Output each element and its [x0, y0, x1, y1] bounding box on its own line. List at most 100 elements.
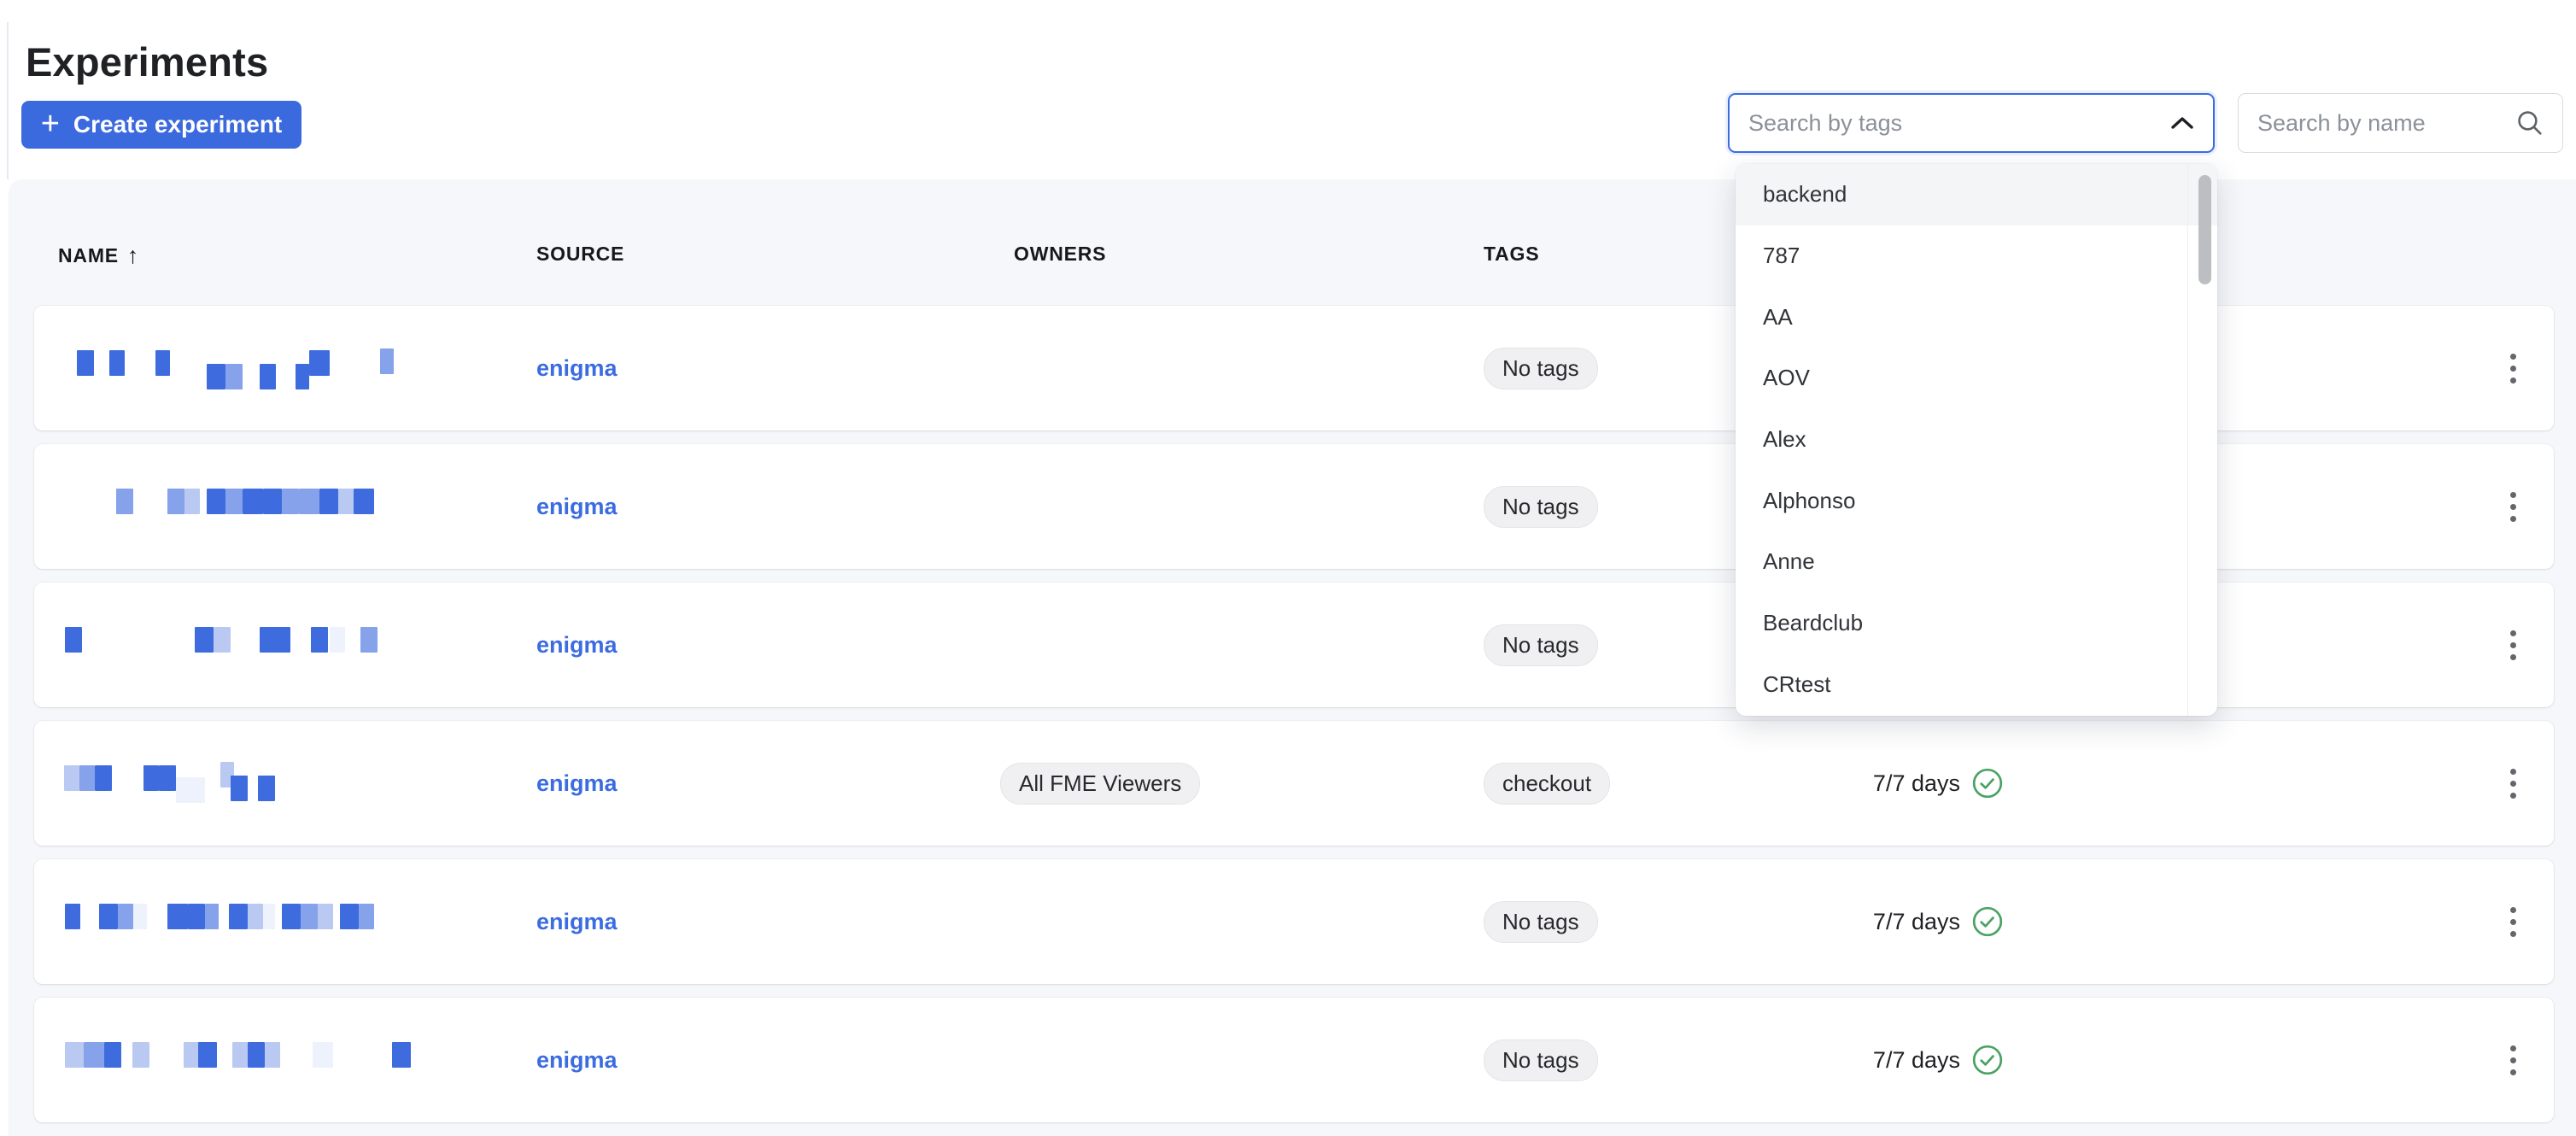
redaction-block [184, 1042, 199, 1068]
redaction-block [99, 904, 118, 929]
search-by-name-box[interactable] [2238, 93, 2563, 153]
experiment-name-redacted [34, 998, 512, 1122]
column-header-name[interactable]: NAME ↑ [58, 243, 139, 269]
tag-option-anne[interactable]: Anne [1736, 531, 2217, 593]
redaction-block [311, 627, 328, 653]
row-menu-button[interactable] [2502, 622, 2525, 669]
check-circle-icon [1971, 1044, 2004, 1076]
duration-text: 7/7 days [1872, 908, 1960, 934]
experiment-row[interactable]: enigma No tags 7/7 days [34, 998, 2554, 1122]
redaction-block [359, 904, 374, 929]
redaction-block [159, 765, 176, 791]
redaction-block [188, 904, 205, 929]
check-circle-icon [1971, 767, 2004, 799]
search-by-tags-combobox[interactable] [1728, 93, 2215, 153]
experiment-row[interactable]: enigma All FME Viewers checkout 7/7 days [34, 721, 2554, 846]
redaction-block [132, 1042, 149, 1068]
redaction-block [309, 350, 330, 376]
redaction-block [133, 904, 147, 929]
tags-cell: No tags [1484, 859, 1598, 984]
redaction-block [184, 489, 200, 514]
tags-cell: No tags [1484, 998, 1598, 1122]
redaction-block [65, 1042, 84, 1068]
redaction-block [260, 364, 276, 389]
tags-cell: No tags [1484, 306, 1598, 430]
redaction-block [155, 350, 170, 376]
plus-icon: + [40, 105, 60, 142]
row-menu-button[interactable] [2502, 899, 2525, 946]
tag-option-crtest[interactable]: CRtest [1736, 654, 2217, 716]
tag-option-787[interactable]: 787 [1736, 225, 2217, 287]
redaction-block [318, 904, 333, 929]
redaction-block [191, 777, 205, 803]
redaction-block [380, 348, 394, 374]
duration-cell: 7/7 days [1742, 721, 2004, 846]
redaction-block [319, 489, 338, 514]
redaction-block [225, 364, 243, 389]
source-link[interactable]: enigma [536, 909, 618, 935]
tag-chip: checkout [1484, 762, 1611, 805]
duration-text: 7/7 days [1872, 770, 1960, 796]
redaction-block [263, 904, 275, 929]
no-tags-chip: No tags [1484, 347, 1598, 389]
no-tags-chip: No tags [1484, 900, 1598, 943]
no-tags-chip: No tags [1484, 485, 1598, 528]
redaction-block [248, 904, 263, 929]
redaction-block [260, 627, 290, 653]
column-header-source: SOURCE [536, 243, 625, 265]
tag-option-alex[interactable]: Alex [1736, 409, 2217, 471]
redaction-block [313, 1042, 333, 1068]
redaction-block [104, 1042, 121, 1068]
redaction-block [109, 350, 125, 376]
redaction-block [116, 489, 133, 514]
redaction-block [282, 904, 301, 929]
redaction-block [301, 904, 318, 929]
redaction-block [84, 1042, 104, 1068]
redaction-block [167, 489, 184, 514]
redaction-block [77, 350, 94, 376]
dropdown-scrollbar-thumb[interactable] [2198, 175, 2211, 284]
tag-option-aov[interactable]: AOV [1736, 348, 2217, 409]
name-search-input[interactable] [2239, 109, 2515, 137]
redaction-block [232, 1042, 248, 1068]
sort-ascending-icon: ↑ [126, 243, 140, 268]
tag-option-aa[interactable]: AA [1736, 286, 2217, 348]
tag-search-input[interactable] [1730, 109, 2169, 137]
tags-cell: No tags [1484, 583, 1598, 707]
dropdown-scroll-divider [2187, 164, 2188, 716]
redaction-block [282, 489, 299, 514]
redaction-block [207, 364, 225, 389]
source-link[interactable]: enigma [536, 494, 618, 520]
experiment-name-redacted [34, 306, 512, 430]
duration-cell: 7/7 days [1742, 998, 2004, 1122]
row-menu-button[interactable] [2502, 483, 2525, 530]
create-experiment-button[interactable]: + Create experiment [21, 101, 302, 149]
tag-option-beardclub[interactable]: Beardclub [1736, 593, 2217, 654]
experiment-name-redacted [34, 721, 512, 846]
redaction-block [299, 489, 319, 514]
redaction-block [296, 364, 309, 389]
row-menu-button[interactable] [2502, 1037, 2525, 1084]
experiment-row[interactable]: enigma No tags 7/7 days [34, 859, 2554, 984]
redaction-block [79, 765, 95, 791]
redaction-block [360, 627, 378, 653]
source-link[interactable]: enigma [536, 1047, 618, 1074]
tag-option-alphonso[interactable]: Alphonso [1736, 470, 2217, 531]
redaction-block [231, 776, 248, 801]
tag-dropdown-panel: backend 787 AA AOV Alex Alphonso Anne Beardclub… [1736, 164, 2217, 716]
redaction-block [65, 627, 82, 653]
experiment-name-redacted [34, 444, 512, 569]
source-link[interactable]: enigma [536, 632, 618, 659]
source-link[interactable]: enigma [536, 770, 618, 797]
check-circle-icon [1971, 905, 2004, 938]
row-menu-button[interactable] [2502, 345, 2525, 392]
owners-cell: All FME Viewers [1000, 721, 1201, 846]
row-menu-button[interactable] [2502, 760, 2525, 807]
source-link[interactable]: enigma [536, 355, 618, 382]
column-header-name-label: NAME [58, 244, 119, 266]
chevron-up-icon[interactable] [2169, 114, 2196, 132]
redaction-block [118, 904, 133, 929]
redaction-block [207, 489, 225, 514]
redaction-block [167, 904, 188, 929]
tag-option-backend[interactable]: backend [1736, 164, 2217, 225]
